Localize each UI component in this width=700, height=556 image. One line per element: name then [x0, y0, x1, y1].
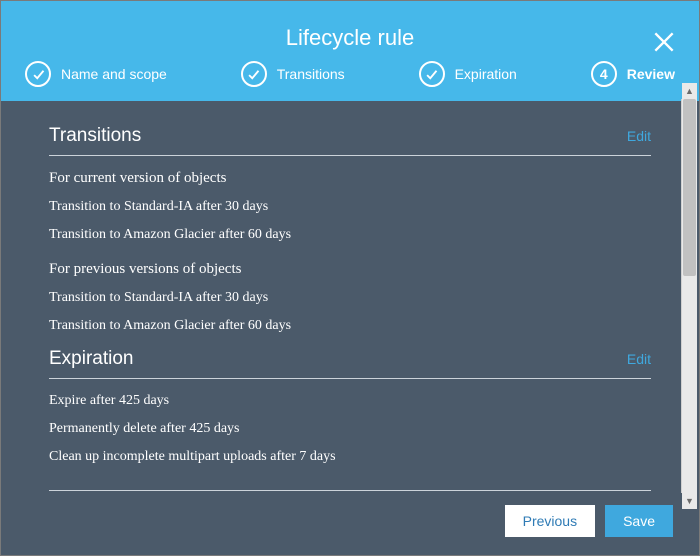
scrollbar[interactable]: ▲ ▼ [681, 99, 697, 493]
previous-button[interactable]: Previous [505, 505, 595, 537]
expiration-section-header: Expiration Edit [49, 348, 651, 379]
transitions-section-header: Transitions Edit [49, 125, 651, 156]
scroll-down-arrow-icon[interactable]: ▼ [682, 493, 697, 509]
step-name-and-scope[interactable]: Name and scope [25, 61, 167, 87]
check-icon [419, 61, 445, 87]
close-button[interactable] [651, 29, 677, 55]
scroll-up-arrow-icon[interactable]: ▲ [682, 83, 697, 99]
scrollbar-thumb[interactable] [683, 99, 696, 276]
transition-rule-line: Transition to Standard-IA after 30 days [49, 199, 651, 215]
check-icon [241, 61, 267, 87]
step-label: Review [627, 66, 675, 82]
section-title-transitions: Transitions [49, 125, 141, 147]
expiration-rule-line: Clean up incomplete multipart uploads af… [49, 449, 651, 465]
modal-title: Lifecycle rule [21, 25, 679, 51]
transition-rule-line: Transition to Standard-IA after 30 days [49, 290, 651, 306]
previous-version-heading: For previous versions of objects [49, 261, 651, 278]
step-expiration[interactable]: Expiration [419, 61, 517, 87]
check-icon [25, 61, 51, 87]
transitions-current-block: For current version of objects Transitio… [49, 170, 651, 243]
lifecycle-rule-modal: UnixArena.com Lifecycle rule Name and sc… [0, 0, 700, 556]
step-review[interactable]: 4 Review [591, 61, 675, 87]
transition-rule-line: Transition to Amazon Glacier after 60 da… [49, 318, 651, 334]
step-transitions[interactable]: Transitions [241, 61, 345, 87]
modal-footer: Previous Save [1, 491, 699, 555]
save-button[interactable]: Save [605, 505, 673, 537]
edit-expiration-link[interactable]: Edit [627, 351, 651, 367]
transition-rule-line: Transition to Amazon Glacier after 60 da… [49, 227, 651, 243]
expiration-rule-line: Expire after 425 days [49, 393, 651, 409]
edit-transitions-link[interactable]: Edit [627, 128, 651, 144]
modal-body: Transitions Edit For current version of … [1, 101, 699, 486]
transitions-previous-block: For previous versions of objects Transit… [49, 261, 651, 334]
expiration-block: Expire after 425 days Permanently delete… [49, 393, 651, 465]
wizard-steps: Name and scope Transitions Expiration 4 … [21, 61, 679, 89]
close-icon [651, 29, 677, 55]
step-label: Name and scope [61, 66, 167, 82]
step-label: Expiration [455, 66, 517, 82]
section-title-expiration: Expiration [49, 348, 134, 370]
current-version-heading: For current version of objects [49, 170, 651, 187]
step-number-icon: 4 [591, 61, 617, 87]
expiration-rule-line: Permanently delete after 425 days [49, 421, 651, 437]
modal-header: Lifecycle rule Name and scope Transition… [1, 1, 699, 101]
step-label: Transitions [277, 66, 345, 82]
